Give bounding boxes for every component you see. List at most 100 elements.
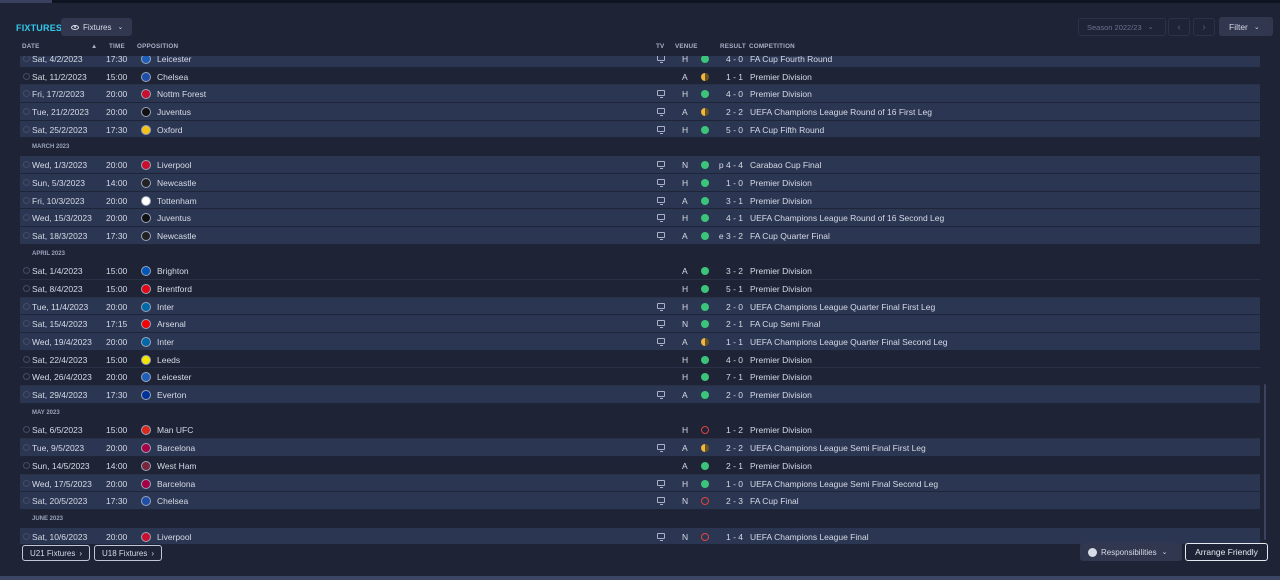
row-select-checkbox[interactable] bbox=[23, 90, 30, 98]
row-select-checkbox[interactable] bbox=[23, 56, 30, 62]
opponent-link[interactable]: Juventus bbox=[157, 107, 191, 117]
competition-link[interactable]: Premier Division bbox=[750, 390, 812, 400]
opponent-link[interactable]: Liverpool bbox=[157, 160, 192, 170]
opponent-link[interactable]: Juventus bbox=[157, 213, 191, 223]
opponent-link[interactable]: Barcelona bbox=[157, 443, 195, 453]
fixture-score[interactable]: 2 - 0 bbox=[718, 390, 743, 400]
opponent-link[interactable]: Tottenham bbox=[157, 196, 197, 206]
competition-link[interactable]: Carabao Cup Final bbox=[750, 160, 821, 170]
competition-link[interactable]: UEFA Champions League Quarter Final Firs… bbox=[750, 302, 935, 312]
row-select-checkbox[interactable] bbox=[23, 532, 30, 540]
opponent-link[interactable]: Inter bbox=[157, 302, 174, 312]
row-select-checkbox[interactable] bbox=[23, 302, 30, 310]
table-row[interactable]: Fri, 10/3/2023 20:00 Tottenham A 3 - 1 Premie… bbox=[20, 191, 1260, 210]
table-row[interactable]: Sat, 10/6/2023 20:00 Liverpool N 1 - 4 UEFA C… bbox=[20, 527, 1260, 544]
competition-link[interactable]: UEFA Champions League Semi Final First L… bbox=[750, 443, 926, 453]
row-select-checkbox[interactable] bbox=[23, 444, 30, 452]
fixture-score[interactable]: 2 - 1 bbox=[718, 461, 743, 471]
row-select-checkbox[interactable] bbox=[23, 284, 30, 292]
row-select-checkbox[interactable] bbox=[23, 108, 30, 116]
fixture-score[interactable]: 5 - 1 bbox=[718, 284, 743, 294]
row-select-checkbox[interactable] bbox=[23, 178, 30, 186]
table-row[interactable]: Sat, 8/4/2023 15:00 Brentford H 5 - 1 Premier… bbox=[20, 279, 1260, 298]
season-dropdown[interactable]: Season 2022/23 ⌄ bbox=[1078, 18, 1166, 36]
fixture-score[interactable]: 2 - 3 bbox=[718, 496, 743, 506]
competition-link[interactable]: UEFA Champions League Round of 16 Second… bbox=[750, 213, 944, 223]
fixture-score[interactable]: 5 - 0 bbox=[718, 125, 743, 135]
responsibilities-button[interactable]: Responsibilities ⌄ bbox=[1080, 543, 1182, 561]
row-select-checkbox[interactable] bbox=[23, 267, 30, 275]
competition-link[interactable]: Premier Division bbox=[750, 196, 812, 206]
table-row[interactable]: Sat, 18/3/2023 17:30 Newcastle Ae 3 - 2 FA C… bbox=[20, 226, 1260, 245]
row-select-checkbox[interactable] bbox=[23, 391, 30, 399]
row-select-checkbox[interactable] bbox=[23, 426, 30, 434]
fixture-score[interactable]: 3 - 1 bbox=[718, 196, 743, 206]
table-row[interactable]: Sat, 22/4/2023 15:00 Leeds H 4 - 0 Premier Di… bbox=[20, 350, 1260, 369]
fixture-score[interactable]: 1 - 4 bbox=[718, 532, 743, 542]
competition-link[interactable]: Premier Division bbox=[750, 372, 812, 382]
table-row[interactable]: Wed, 15/3/2023 20:00 Juventus H 4 - 1 UEFA Ch… bbox=[20, 209, 1260, 227]
row-select-checkbox[interactable] bbox=[23, 461, 30, 469]
table-row[interactable]: Wed, 26/4/2023 20:00 Leicester H 7 - 1 Premie… bbox=[20, 368, 1260, 387]
fixture-score[interactable]: 1 - 2 bbox=[718, 425, 743, 435]
row-select-checkbox[interactable] bbox=[23, 355, 30, 363]
competition-link[interactable]: FA Cup Final bbox=[750, 496, 799, 506]
table-row[interactable]: Sun, 14/5/2023 14:00 West Ham A 2 - 1 Premier… bbox=[20, 456, 1260, 475]
opponent-link[interactable]: Everton bbox=[157, 390, 186, 400]
competition-link[interactable]: Premier Division bbox=[750, 89, 812, 99]
table-row[interactable]: Sat, 29/4/2023 17:30 Everton A 2 - 0 Premier … bbox=[20, 386, 1260, 404]
opponent-link[interactable]: Leicester bbox=[157, 56, 192, 64]
competition-link[interactable]: Premier Division bbox=[750, 284, 812, 294]
competition-link[interactable]: Premier Division bbox=[750, 425, 812, 435]
table-row[interactable]: Sat, 4/2/2023 17:30 Leicester H 4 - 0 FA Cup … bbox=[20, 56, 1260, 68]
table-row[interactable]: Sat, 20/5/2023 17:30 Chelsea N 2 - 3 FA Cup F… bbox=[20, 492, 1260, 510]
opponent-link[interactable]: West Ham bbox=[157, 461, 197, 471]
row-select-checkbox[interactable] bbox=[23, 214, 30, 222]
view-dropdown[interactable]: Fixtures ⌄ bbox=[61, 18, 132, 36]
table-row[interactable]: Sat, 25/2/2023 17:30 Oxford H 5 - 0 FA Cup Fi… bbox=[20, 120, 1260, 139]
arrange-friendly-button[interactable]: Arrange Friendly bbox=[1185, 543, 1268, 561]
column-header-result[interactable]: RESULT bbox=[720, 43, 746, 53]
table-row[interactable]: Wed, 19/4/2023 20:00 Inter A 1 - 1 UEFA Champ… bbox=[20, 333, 1260, 351]
opponent-link[interactable]: Brentford bbox=[157, 284, 192, 294]
row-select-checkbox[interactable] bbox=[23, 231, 30, 239]
opponent-link[interactable]: Man UFC bbox=[157, 425, 193, 435]
competition-link[interactable]: UEFA Champions League Quarter Final Seco… bbox=[750, 337, 948, 347]
row-select-checkbox[interactable] bbox=[23, 479, 30, 487]
table-row[interactable]: Sat, 1/4/2023 15:00 Brighton A 3 - 2 Premier … bbox=[20, 262, 1260, 280]
competition-link[interactable]: Premier Division bbox=[750, 72, 812, 82]
fixture-score[interactable]: 2 - 2 bbox=[718, 107, 743, 117]
fixture-score[interactable]: 1 - 1 bbox=[718, 337, 743, 347]
row-select-checkbox[interactable] bbox=[23, 497, 30, 505]
opponent-link[interactable]: Arsenal bbox=[157, 319, 186, 329]
competition-link[interactable]: UEFA Champions League Final bbox=[750, 532, 869, 542]
competition-link[interactable]: FA Cup Semi Final bbox=[750, 319, 820, 329]
u18-fixtures-button[interactable]: U18 Fixtures › bbox=[94, 545, 163, 561]
competition-link[interactable]: FA Cup Quarter Final bbox=[750, 231, 830, 241]
fixture-score[interactable]: 7 - 1 bbox=[718, 372, 743, 382]
row-select-checkbox[interactable] bbox=[23, 373, 30, 381]
fixture-score[interactable]: p 4 - 4 bbox=[718, 160, 743, 170]
opponent-link[interactable]: Nottm Forest bbox=[157, 89, 206, 99]
competition-link[interactable]: FA Cup Fourth Round bbox=[750, 56, 832, 64]
opponent-link[interactable]: Brighton bbox=[157, 266, 189, 276]
row-select-checkbox[interactable] bbox=[23, 320, 30, 328]
next-season-button[interactable]: › bbox=[1193, 18, 1215, 36]
fixture-score[interactable]: 4 - 0 bbox=[718, 89, 743, 99]
table-row[interactable]: Wed, 1/3/2023 20:00 Liverpool Np 4 - 4 Carab… bbox=[20, 156, 1260, 174]
fixture-score[interactable]: 4 - 0 bbox=[718, 56, 743, 64]
opponent-link[interactable]: Inter bbox=[157, 337, 174, 347]
table-row[interactable]: Sat, 11/2/2023 15:00 Chelsea A 1 - 1 Premier … bbox=[20, 67, 1260, 86]
prev-season-button[interactable]: ‹ bbox=[1168, 18, 1190, 36]
u21-fixtures-button[interactable]: U21 Fixtures › bbox=[22, 545, 91, 561]
column-header-venue[interactable]: VENUE bbox=[675, 43, 698, 53]
fixture-score[interactable]: 1 - 0 bbox=[718, 178, 743, 188]
competition-link[interactable]: UEFA Champions League Round of 16 First … bbox=[750, 107, 932, 117]
column-header-date[interactable]: DATE bbox=[22, 43, 39, 53]
competition-link[interactable]: Premier Division bbox=[750, 355, 812, 365]
opponent-link[interactable]: Leeds bbox=[157, 355, 180, 365]
opponent-link[interactable]: Chelsea bbox=[157, 496, 188, 506]
fixture-score[interactable]: 4 - 1 bbox=[718, 213, 743, 223]
fixture-score[interactable]: 2 - 0 bbox=[718, 302, 743, 312]
competition-link[interactable]: Premier Division bbox=[750, 461, 812, 471]
